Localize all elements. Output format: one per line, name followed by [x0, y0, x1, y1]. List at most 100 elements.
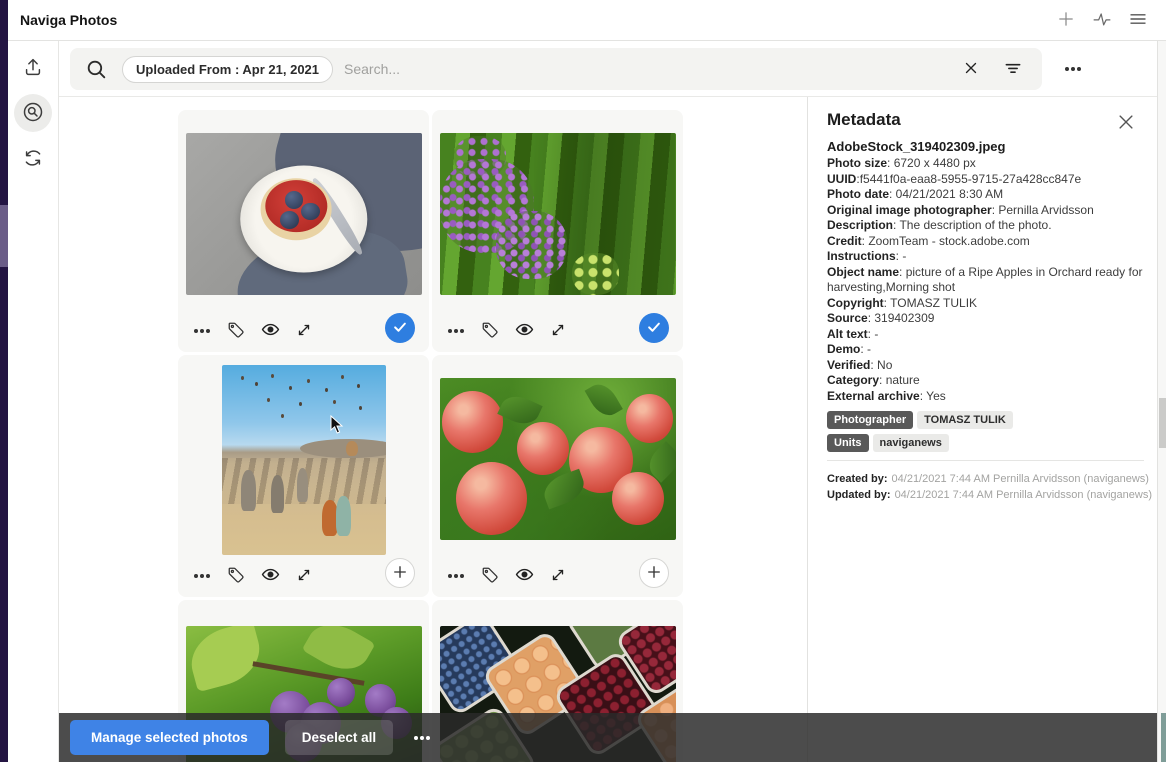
- eye-icon: [261, 320, 280, 342]
- metadata-field: UUID:f5441f0a-eaa8-5955-9715-27a428cc847…: [827, 172, 1147, 188]
- eye-icon: [515, 320, 534, 342]
- more-icon: [454, 574, 458, 578]
- card-more-button[interactable]: [191, 565, 213, 587]
- expand-icon: [295, 321, 313, 342]
- sidebar-search-button[interactable]: [14, 94, 52, 132]
- card-expand-button[interactable]: [293, 565, 315, 587]
- select-photo-button[interactable]: [639, 558, 669, 588]
- window-scrollbar[interactable]: [1157, 41, 1166, 762]
- search-circle-icon: [21, 100, 45, 127]
- plus-icon: [1056, 9, 1076, 32]
- tag-key-badge[interactable]: Units: [827, 434, 869, 452]
- card-expand-button[interactable]: [547, 565, 569, 587]
- activity-icon: [1092, 9, 1112, 32]
- photo-card: [432, 355, 683, 597]
- metadata-field: Object name: picture of a Ripe Apples in…: [827, 265, 1147, 296]
- tag-key-badge[interactable]: Photographer: [827, 411, 913, 429]
- lilac-hedge-photo[interactable]: [440, 133, 676, 295]
- deselect-photo-button[interactable]: [639, 313, 669, 343]
- app-header: Naviga Photos: [8, 0, 1166, 41]
- card-preview-button[interactable]: [513, 320, 535, 342]
- check-icon: [645, 318, 663, 339]
- photo-card: [178, 110, 429, 352]
- eye-icon: [515, 565, 534, 587]
- audit-info: Created by:04/21/2021 7:44 AM Pernilla A…: [827, 471, 1152, 503]
- card-expand-button[interactable]: [293, 320, 315, 342]
- activity-button[interactable]: [1088, 6, 1116, 34]
- clear-search-button[interactable]: [958, 56, 984, 82]
- tag-row: Photographer TOMASZ TULIK: [827, 411, 1013, 429]
- filter-icon: [1003, 58, 1023, 81]
- edge-scroll-thumb[interactable]: [0, 205, 8, 267]
- metadata-field: Source: 319402309: [827, 311, 1147, 327]
- select-photo-button[interactable]: [385, 558, 415, 588]
- metadata-field: Verified: No: [827, 358, 1147, 374]
- more-icon: [200, 329, 204, 333]
- updated-by-row: Updated by:04/21/2021 7:44 AM Pernilla A…: [827, 487, 1152, 503]
- metadata-fields: Photo size: 6720 x 4480 px UUID:f5441f0a…: [827, 156, 1147, 404]
- tag-value-badge[interactable]: naviganews: [873, 434, 949, 452]
- panel-divider: [827, 460, 1144, 461]
- card-tag-button[interactable]: [225, 565, 247, 587]
- created-by-row: Created by:04/21/2021 7:44 AM Pernilla A…: [827, 471, 1152, 487]
- deselect-all-button[interactable]: Deselect all: [285, 720, 393, 755]
- search-box[interactable]: Uploaded From : Apr 21, 2021: [70, 48, 1042, 90]
- metadata-field: Description: The description of the phot…: [827, 218, 1147, 234]
- card-tag-button[interactable]: [479, 565, 501, 587]
- check-icon: [391, 318, 409, 339]
- card-actions: [191, 316, 315, 346]
- photo-card: [178, 355, 429, 597]
- tag-icon: [227, 321, 245, 342]
- card-more-button[interactable]: [445, 320, 467, 342]
- card-more-button[interactable]: [445, 565, 467, 587]
- expand-icon: [295, 566, 313, 587]
- metadata-panel: Metadata AdobeStock_319402309.jpeg Photo…: [807, 97, 1157, 762]
- search-more-button[interactable]: [1057, 56, 1089, 82]
- bar-more-button[interactable]: [406, 723, 438, 753]
- card-more-button[interactable]: [191, 320, 213, 342]
- tag-row: Units naviganews: [827, 434, 1013, 452]
- card-expand-button[interactable]: [547, 320, 569, 342]
- add-button[interactable]: [1052, 6, 1080, 34]
- card-tag-button[interactable]: [225, 320, 247, 342]
- card-tag-button[interactable]: [479, 320, 501, 342]
- search-filter-chip[interactable]: Uploaded From : Apr 21, 2021: [122, 56, 333, 83]
- metadata-field: External archive: Yes: [827, 389, 1147, 405]
- sidebar-upload-button[interactable]: [14, 49, 52, 87]
- deselect-photo-button[interactable]: [385, 313, 415, 343]
- filter-button[interactable]: [1000, 56, 1026, 82]
- eye-icon: [261, 565, 280, 587]
- metadata-field: Photo size: 6720 x 4480 px: [827, 156, 1147, 172]
- tag-icon: [481, 566, 499, 587]
- more-icon: [200, 574, 204, 578]
- sidebar-sync-button[interactable]: [14, 140, 52, 178]
- search-input[interactable]: [344, 61, 1042, 77]
- tag-value-badge[interactable]: TOMASZ TULIK: [917, 411, 1013, 429]
- close-metadata-button[interactable]: [1115, 112, 1137, 134]
- metadata-field: Alt text: -: [827, 327, 1147, 343]
- card-actions: [445, 316, 569, 346]
- card-preview-button[interactable]: [513, 565, 535, 587]
- menu-icon: [1128, 9, 1148, 32]
- sync-icon: [22, 147, 44, 172]
- metadata-panel-title: Metadata: [827, 110, 901, 130]
- more-icon: [454, 329, 458, 333]
- tag-icon: [481, 321, 499, 342]
- card-preview-button[interactable]: [259, 320, 281, 342]
- app-title: Naviga Photos: [20, 12, 117, 28]
- metadata-field: Copyright: TOMASZ TULIK: [827, 296, 1147, 312]
- menu-button[interactable]: [1124, 6, 1152, 34]
- plus-icon: [391, 563, 409, 584]
- upload-icon: [22, 56, 44, 81]
- blueberry-tart-photo[interactable]: [186, 133, 422, 295]
- cappadocia-balloons-photo[interactable]: [222, 365, 386, 555]
- expand-icon: [549, 566, 567, 587]
- card-preview-button[interactable]: [259, 565, 281, 587]
- manage-selected-button[interactable]: Manage selected photos: [70, 720, 269, 755]
- tag-icon: [227, 566, 245, 587]
- header-actions: [1052, 6, 1152, 34]
- metadata-field: Photo date: 04/21/2021 8:30 AM: [827, 187, 1147, 203]
- apple-orchard-photo[interactable]: [440, 378, 676, 540]
- more-icon: [420, 736, 424, 740]
- scrollbar-thumb[interactable]: [1159, 398, 1166, 448]
